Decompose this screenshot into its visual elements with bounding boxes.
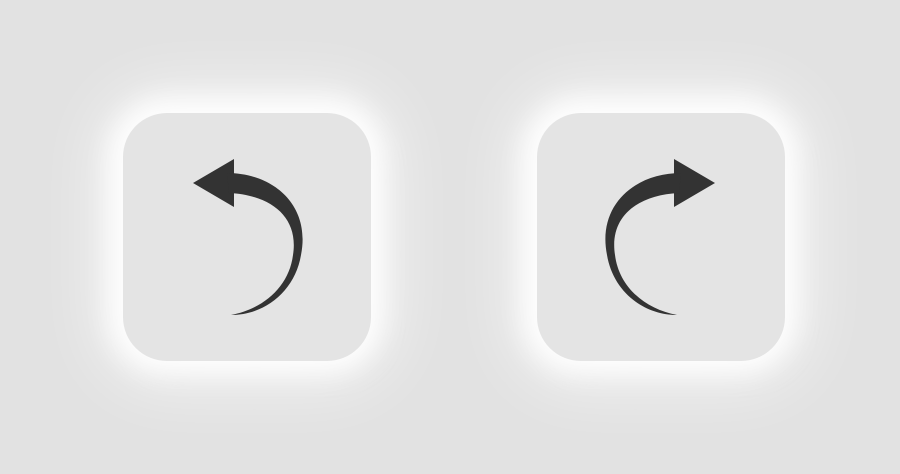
undo-button[interactable] — [123, 113, 371, 361]
redo-button[interactable] — [537, 113, 785, 361]
redo-arrow-icon — [537, 113, 785, 361]
undo-arrow-icon — [123, 113, 371, 361]
canvas — [0, 0, 900, 474]
